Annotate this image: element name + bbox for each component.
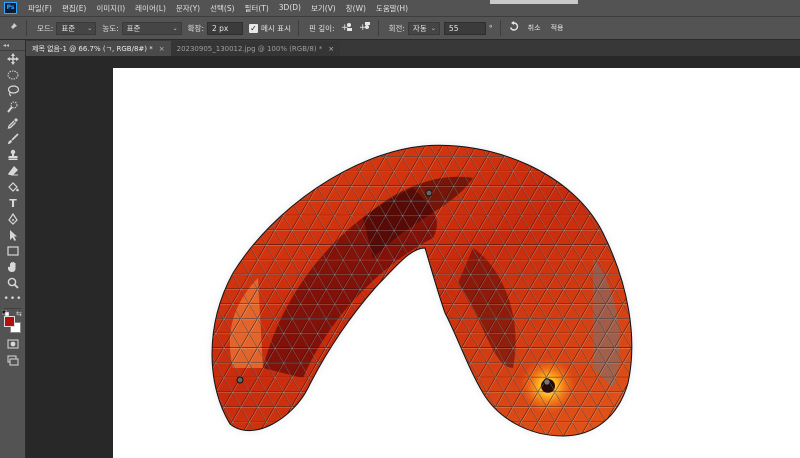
mode-value: 표준 — [61, 23, 76, 33]
show-mesh-label: 메시 표시 — [260, 23, 291, 33]
document-tab[interactable]: 제목 없음-1 @ 66.7% (ㄱ, RGB/8#) * × — [26, 41, 171, 56]
separator — [377, 20, 379, 36]
photoshop-logo-icon: Ps — [4, 2, 17, 14]
more-tools-icon[interactable]: ••• — [0, 291, 26, 307]
menu-item[interactable]: 선택(S) — [205, 3, 239, 14]
menu-items: 파일(F) 편집(E) 이미지(I) 레이어(L) 문자(Y) 선택(S) 필터(T) 3D(… — [23, 3, 413, 14]
swap-colors-icon[interactable]: ⇆ — [16, 310, 22, 318]
pin-backward-icon[interactable]: + — [359, 21, 371, 35]
degree-symbol: ° — [488, 23, 493, 33]
warp-pin[interactable] — [425, 189, 433, 197]
eyedropper-tool-icon[interactable] — [0, 115, 26, 131]
menu-item[interactable]: 편집(E) — [57, 3, 91, 14]
pen-tool-icon[interactable] — [0, 211, 26, 227]
warp-pin[interactable] — [543, 378, 551, 386]
eraser-tool-icon[interactable] — [0, 163, 26, 179]
show-mesh-checkbox[interactable]: ✓ — [248, 23, 258, 33]
document-tab-title: 20230905_130012.jpg @ 100% (RGB/8) * — [176, 44, 323, 53]
document-tab[interactable]: 20230905_130012.jpg @ 100% (RGB/8) * × — [170, 41, 341, 56]
menu-item[interactable]: 보기(V) — [306, 3, 341, 14]
path-selection-tool-icon[interactable] — [0, 227, 26, 243]
move-tool-icon[interactable] — [0, 51, 26, 67]
zoom-tool-icon[interactable] — [0, 275, 26, 291]
clone-stamp-tool-icon[interactable] — [0, 147, 26, 163]
type-tool-icon[interactable]: T — [0, 195, 26, 211]
mode-select[interactable]: 표준 ⌄ — [56, 21, 97, 35]
puppet-warp-mesh[interactable] — [113, 68, 800, 458]
expand-label: 확장: — [187, 23, 204, 33]
menu-item[interactable]: 도움말(H) — [371, 3, 413, 14]
menu-bar: Ps 파일(F) 편집(E) 이미지(I) 레이어(L) 문자(Y) 선택(S) 필터(T)… — [0, 0, 800, 16]
chevron-down-icon: ⌄ — [430, 24, 436, 32]
screen-mode-icon[interactable] — [0, 352, 26, 368]
apply-button[interactable]: 적용 — [551, 23, 564, 33]
window-chrome — [490, 0, 578, 4]
menu-item[interactable]: 필터(T) — [240, 3, 274, 14]
marquee-tool-icon[interactable] — [0, 67, 26, 83]
cancel-button[interactable]: 취소 — [528, 23, 541, 33]
rotate-mode-value: 자동 — [412, 23, 427, 33]
hand-tool-icon[interactable] — [0, 259, 26, 275]
foreground-color-swatch[interactable] — [4, 316, 15, 327]
rotate-mode-select[interactable]: 자동 ⌄ — [407, 21, 440, 35]
brush-tool-icon[interactable] — [0, 131, 26, 147]
document-canvas[interactable] — [113, 68, 800, 458]
chevron-down-icon: ⌄ — [172, 24, 178, 32]
quick-selection-tool-icon[interactable] — [0, 99, 26, 115]
color-swatches: ⇆ — [0, 310, 26, 336]
rotate-angle-input[interactable]: 55 — [443, 21, 486, 35]
pin-forward-icon[interactable]: + — [341, 21, 353, 35]
rectangle-tool-icon[interactable] — [0, 243, 26, 259]
density-value: 표준 — [126, 23, 141, 33]
collapse-icon[interactable]: ◂◂ — [0, 40, 25, 51]
menu-item[interactable]: 레이어(L) — [130, 3, 171, 14]
menu-item[interactable]: 창(W) — [341, 3, 371, 14]
chevron-down-icon: ⌄ — [87, 24, 93, 32]
reset-icon[interactable] — [508, 21, 520, 35]
paint-bucket-tool-icon[interactable] — [0, 179, 26, 195]
warped-image — [211, 145, 632, 437]
close-icon[interactable]: × — [328, 45, 334, 53]
document-tab-title: 제목 없음-1 @ 66.7% (ㄱ, RGB/8#) * — [32, 44, 153, 53]
pin-depth-label: 핀 깊이: — [308, 23, 335, 33]
menu-item[interactable]: 이미지(I) — [91, 3, 130, 14]
separator — [26, 20, 27, 36]
warp-pin[interactable] — [236, 376, 244, 384]
lasso-tool-icon[interactable] — [0, 83, 26, 99]
options-bar: 모드: 표준 ⌄ 농도: 표준 ⌄ 확장: 2 px ✓ 메시 표시 핀 깊이:… — [0, 16, 800, 40]
close-icon[interactable]: × — [159, 45, 165, 53]
tools-panel: ◂◂ T ••• ⇆ — [0, 40, 26, 458]
workspace — [26, 56, 800, 458]
menu-item[interactable]: 파일(F) — [23, 3, 57, 14]
rotate-label: 회전: — [388, 23, 405, 33]
separator — [499, 20, 501, 36]
expand-input[interactable]: 2 px — [206, 21, 243, 35]
density-label: 농도: — [102, 23, 119, 33]
mode-label: 모드: — [37, 23, 54, 33]
separator — [4, 308, 21, 309]
menu-item[interactable]: 3D(D) — [274, 3, 306, 14]
density-select[interactable]: 표준 ⌄ — [121, 21, 182, 35]
document-tab-bar: 제목 없음-1 @ 66.7% (ㄱ, RGB/8#) * × 20230905_1… — [26, 40, 800, 56]
pushpin-icon[interactable] — [4, 22, 22, 34]
separator — [297, 20, 299, 36]
quick-mask-icon[interactable] — [0, 336, 26, 352]
menu-item[interactable]: 문자(Y) — [171, 3, 205, 14]
